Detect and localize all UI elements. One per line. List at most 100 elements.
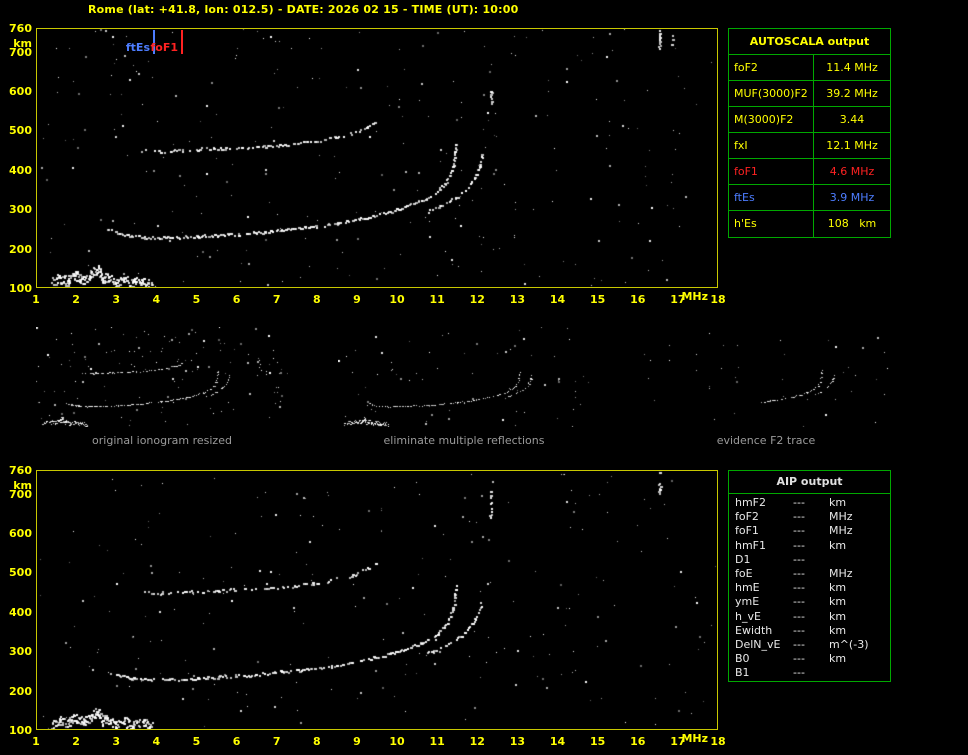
- parameter-label: MUF(3000)F2: [729, 81, 814, 106]
- thumbnail-caption-evidence: evidence F2 trace: [716, 434, 816, 447]
- parameter-value: ---: [793, 652, 805, 666]
- y-tick-label: 600: [9, 527, 32, 541]
- parameter-label: foF1: [735, 524, 759, 538]
- x-axis-unit-label: MHz: [681, 732, 708, 745]
- autoscala-panel-title: AUTOSCALA output: [729, 29, 890, 55]
- parameter-unit: MHz: [829, 566, 853, 580]
- x-tick-label: 4: [152, 293, 161, 306]
- y-tick-label: 500: [9, 566, 32, 580]
- parameter-label: foF1: [729, 159, 814, 184]
- autoscala-row: M(3000)F2 3.44: [729, 107, 890, 133]
- parameter-label: D1: [735, 552, 751, 566]
- x-tick-label: 12: [469, 293, 485, 306]
- x-tick-label: 1: [32, 293, 40, 306]
- x-tick-label: 11: [429, 735, 445, 748]
- x-axis-unit-label: MHz: [681, 290, 708, 303]
- thumbnail-caption-original: original ionogram resized: [92, 434, 232, 447]
- y-axis-unit-label: km: [13, 479, 32, 492]
- autoscala-rows: foF2 11.4 MHz MUF(3000)F2 39.2 MHz M(3000)F2…: [729, 55, 890, 237]
- x-tick-label: 6: [232, 293, 241, 306]
- aip-row: Ewidth --- km: [729, 624, 890, 638]
- parameter-label: M(3000)F2: [729, 107, 814, 132]
- parameter-label: h_vE: [735, 609, 761, 623]
- thumbnail-eliminate-reflections: [338, 327, 590, 427]
- station-title: Rome (lat: +41.8, lon: 012.5) - DATE: 20…: [88, 3, 519, 16]
- y-tick-label: 760: [9, 22, 32, 35]
- y-axis-unit-label: km: [13, 37, 32, 50]
- aip-row: B1 ---: [729, 666, 890, 680]
- autoscala-screen: Rome (lat: +41.8, lon: 012.5) - DATE: 20…: [0, 0, 968, 755]
- x-tick-label: 6: [232, 735, 241, 748]
- x-tick-label: 7: [272, 293, 281, 306]
- x-tick-label: 11: [429, 293, 445, 306]
- x-tick-label: 3: [112, 735, 121, 748]
- parameter-value: 3.44: [839, 113, 865, 126]
- parameter-value: ---: [793, 666, 805, 680]
- x-tick-label: 14: [549, 293, 566, 306]
- parameter-unit: [829, 666, 890, 680]
- parameter-value: ---: [793, 609, 805, 623]
- x-tick-label: 5: [192, 735, 201, 748]
- x-tick-label: 8: [312, 735, 321, 748]
- parameter-value: ---: [793, 637, 805, 651]
- parameter-label: fxI: [729, 133, 814, 158]
- ftEs-marker-label: ftEs: [125, 41, 150, 54]
- x-tick-label: 10: [389, 293, 405, 306]
- parameter-unit: km: [829, 609, 847, 623]
- x-tick-label: 2: [72, 735, 80, 748]
- x-tick-label: 13: [509, 293, 526, 306]
- aip-row: foF2 --- MHz: [729, 510, 890, 524]
- thumbnail-caption-eliminate: eliminate multiple reflections: [383, 434, 545, 447]
- x-tick-label: 14: [549, 735, 566, 748]
- parameter-value: ---: [793, 496, 805, 509]
- x-tick-label: 15: [589, 735, 606, 748]
- y-tick-label: 100: [9, 282, 32, 295]
- foF1-marker-line: [181, 30, 183, 54]
- foF1-marker-label: foF1: [150, 41, 178, 54]
- autoscala-row: MUF(3000)F2 39.2 MHz: [729, 81, 890, 107]
- x-tick-label: 12: [469, 735, 485, 748]
- x-tick-label: 9: [353, 735, 361, 748]
- parameter-unit: km: [829, 496, 847, 509]
- y-tick-label: 300: [9, 645, 32, 659]
- y-tick-label: 200: [9, 684, 32, 698]
- parameter-value: ---: [793, 510, 805, 524]
- parameter-label: B0: [735, 652, 750, 666]
- ionogram-plot-main: ftEs foF1: [36, 28, 718, 288]
- autoscala-row: foF2 11.4 MHz: [729, 55, 890, 81]
- x-tick-label: 16: [630, 735, 646, 748]
- parameter-value: ---: [793, 538, 805, 552]
- x-tick-label: 3: [112, 293, 121, 306]
- aip-output-panel: AIP output hmF2 --- km foF2 --- MHz foF1 --- MHz…: [728, 470, 891, 682]
- parameter-value: ---: [793, 524, 805, 538]
- parameter-label: B1: [735, 666, 750, 680]
- autoscala-row: ftEs 3.9 MHz: [729, 185, 890, 211]
- parameter-label: hmF1: [735, 538, 767, 552]
- parameter-value: 11.4 MHz: [826, 61, 878, 74]
- parameter-value: ---: [793, 623, 805, 637]
- parameter-unit: [829, 553, 890, 567]
- x-tick-label: 10: [389, 735, 405, 748]
- autoscala-row: foF1 4.6 MHz: [729, 159, 890, 185]
- parameter-label: foF2: [729, 55, 814, 80]
- parameter-unit: km: [829, 623, 847, 637]
- x-tick-label: 2: [72, 293, 80, 306]
- aip-row: D1 ---: [729, 553, 890, 567]
- parameter-value: 4.6 MHz: [829, 165, 875, 178]
- parameter-label: hmE: [735, 581, 760, 595]
- aip-row: ymE --- km: [729, 595, 890, 609]
- parameter-unit: km: [829, 652, 847, 666]
- x-tick-label: 18: [710, 293, 726, 306]
- parameter-label: ymE: [735, 595, 760, 609]
- x-tick-label: 13: [509, 735, 526, 748]
- parameter-value: 39.2 MHz: [826, 87, 878, 100]
- parameter-unit: MHz: [829, 524, 853, 538]
- parameter-value: ---: [793, 552, 805, 566]
- aip-row: h_vE --- km: [729, 610, 890, 624]
- parameter-value: ---: [793, 595, 805, 609]
- parameter-label: Ewidth: [735, 623, 773, 637]
- autoscala-output-panel: AUTOSCALA output foF2 11.4 MHz MUF(3000)F2…: [728, 28, 891, 238]
- x-tick-label: 16: [630, 293, 646, 306]
- ionogram-canvas-aip: [37, 471, 717, 729]
- y-tick-label: 400: [9, 163, 32, 177]
